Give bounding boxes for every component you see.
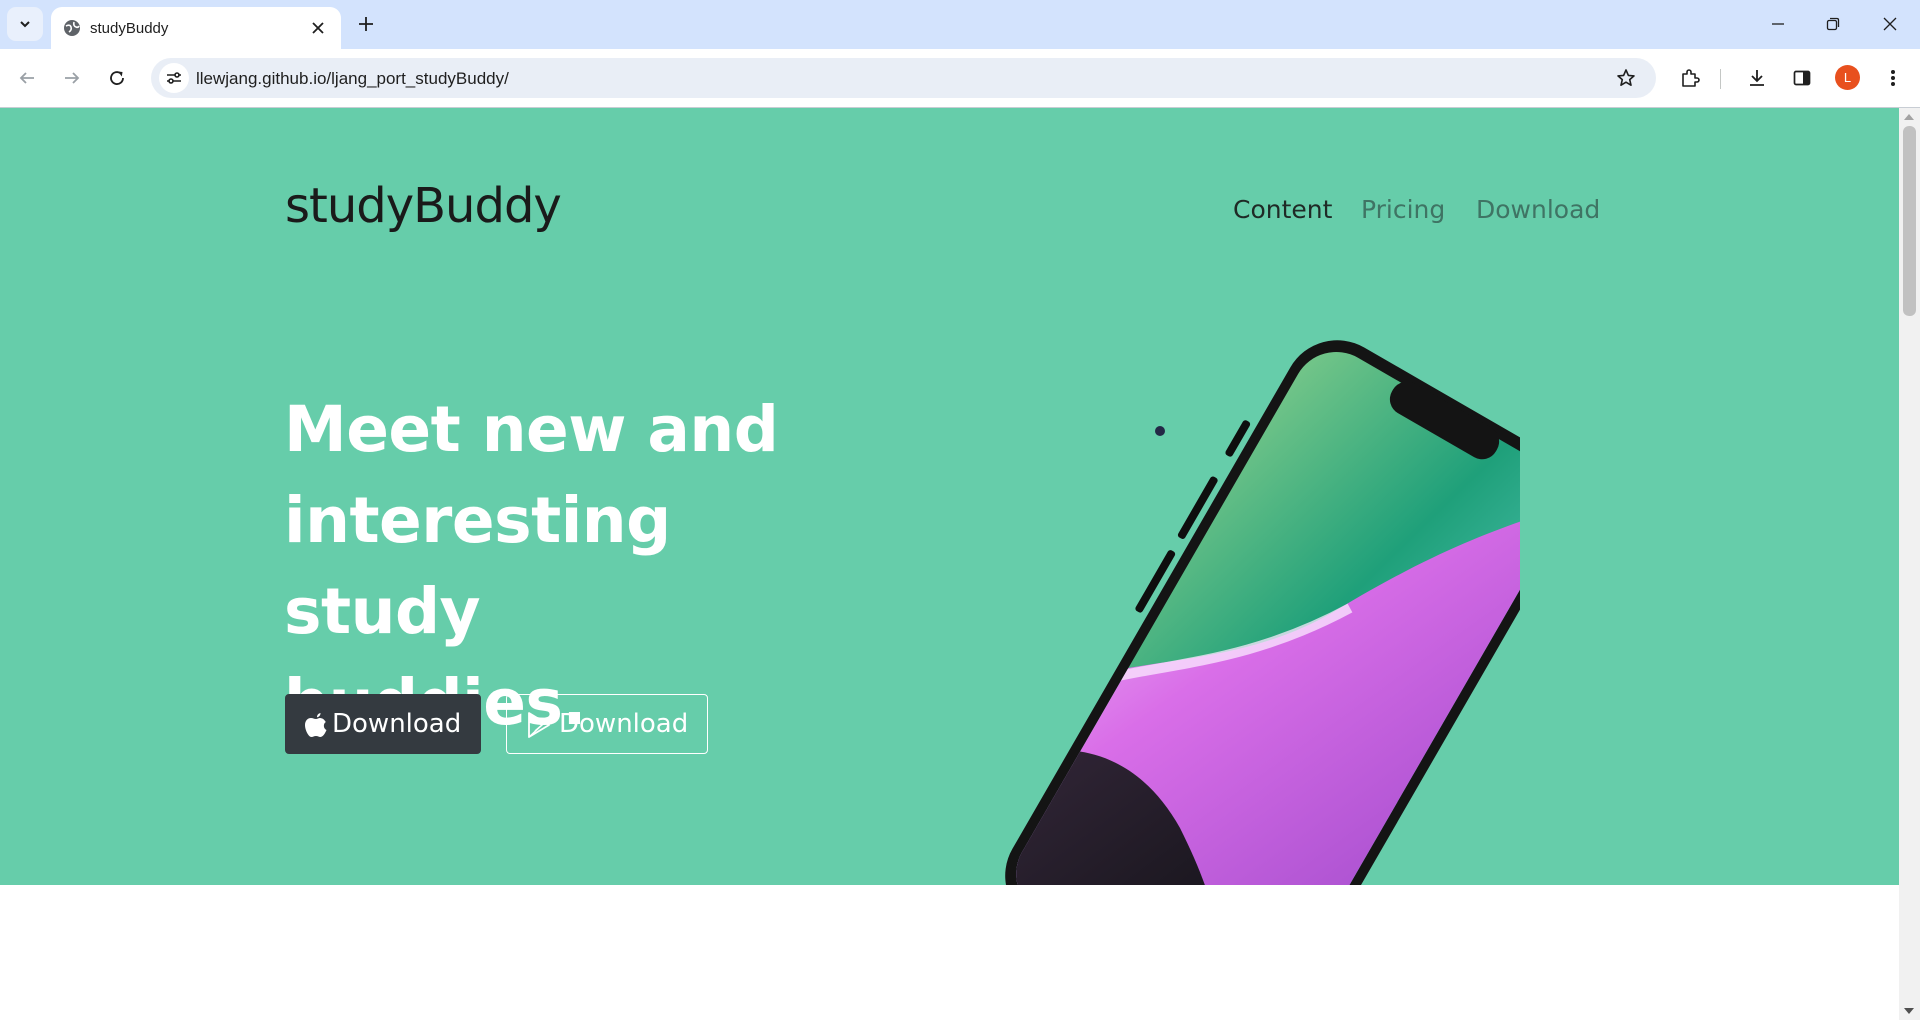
star-icon — [1617, 69, 1635, 86]
arrow-left-icon — [19, 72, 34, 84]
reload-button[interactable] — [100, 61, 134, 95]
page-viewport: studyBuddy Content Pricing Download Meet… — [0, 108, 1899, 1020]
download-icon — [1750, 70, 1764, 86]
more-vert-icon — [1891, 70, 1895, 86]
button-label: Download — [332, 709, 462, 739]
button-label: Download — [559, 709, 689, 739]
url-text[interactable]: llewjang.github.io/ljang_port_studyBuddy… — [196, 69, 509, 89]
tab-close-button[interactable] — [306, 16, 330, 40]
arrow-right-icon — [65, 72, 80, 84]
restore-icon — [1826, 17, 1840, 31]
close-window-button[interactable] — [1869, 7, 1911, 41]
close-icon — [1883, 17, 1897, 31]
nav-link-content[interactable]: Content — [1233, 195, 1332, 224]
side-panel-button[interactable] — [1785, 61, 1819, 95]
restore-button[interactable] — [1812, 7, 1854, 41]
puzzle-icon — [1682, 69, 1700, 87]
phone-illustration — [1000, 335, 1520, 885]
reload-icon — [110, 71, 124, 85]
side-panel-icon — [1793, 70, 1811, 86]
google-play-icon — [528, 712, 550, 738]
scroll-up-arrow[interactable] — [1904, 114, 1914, 120]
headline-line: interesting study — [284, 484, 671, 648]
toolbar-separator — [1720, 69, 1721, 89]
browser-tab[interactable]: studyBuddy — [51, 7, 341, 49]
minimize-icon — [1772, 23, 1784, 25]
bookmark-button[interactable] — [1611, 63, 1641, 93]
forward-button[interactable] — [55, 61, 89, 95]
page-scrollbar[interactable] — [1899, 108, 1920, 1020]
site-info-button[interactable] — [159, 63, 189, 93]
back-button[interactable] — [10, 61, 44, 95]
profile-avatar[interactable]: L — [1835, 65, 1860, 90]
brand-logo[interactable]: studyBuddy — [285, 178, 562, 234]
app-store-download-button[interactable]: Download — [285, 694, 481, 754]
address-bar[interactable]: llewjang.github.io/ljang_port_studyBuddy… — [151, 58, 1656, 98]
nav-link-pricing[interactable]: Pricing — [1361, 195, 1445, 224]
extensions-button[interactable] — [1673, 61, 1707, 95]
minimize-button[interactable] — [1757, 7, 1799, 41]
close-icon — [312, 22, 324, 34]
downloads-button[interactable] — [1740, 61, 1774, 95]
scrollbar-thumb[interactable] — [1903, 126, 1916, 316]
menu-button[interactable] — [1876, 61, 1910, 95]
globe-icon — [64, 20, 80, 36]
tab-search-button[interactable] — [7, 7, 43, 41]
google-play-download-button[interactable]: Download — [506, 694, 708, 754]
chevron-down-icon — [20, 21, 30, 28]
new-tab-button[interactable] — [352, 10, 380, 38]
tab-title: studyBuddy — [90, 20, 169, 37]
headline-line: Meet new and — [284, 393, 779, 466]
scroll-down-arrow[interactable] — [1904, 1008, 1914, 1014]
plus-icon — [359, 17, 373, 31]
nav-link-download[interactable]: Download — [1476, 195, 1600, 224]
hero-section: studyBuddy Content Pricing Download Meet… — [0, 108, 1899, 885]
browser-toolbar: llewjang.github.io/ljang_port_studyBuddy… — [0, 49, 1920, 108]
browser-tab-bar: studyBuddy — [0, 0, 1920, 49]
tune-icon — [167, 72, 181, 84]
apple-icon — [305, 713, 327, 737]
